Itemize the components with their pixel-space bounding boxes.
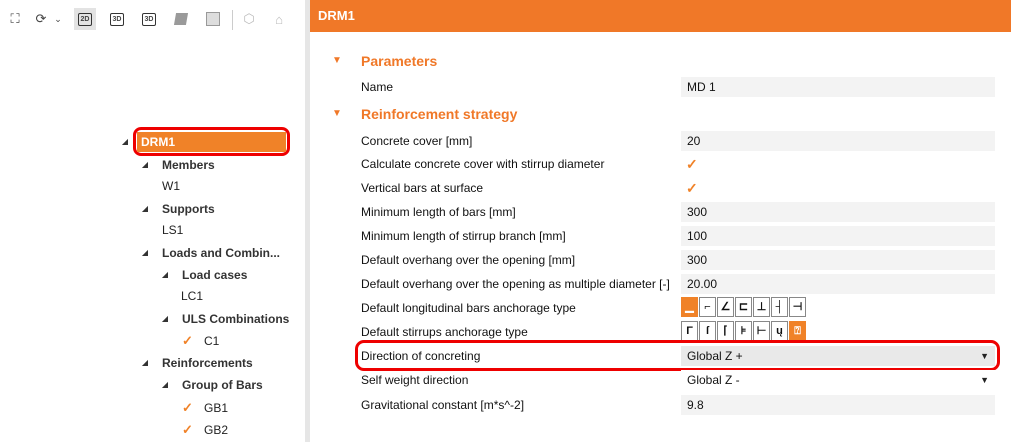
property-row-gravitational: Gravitational constant [m*s^-2] 9.8 — [361, 394, 995, 416]
rotate-dropdown-icon[interactable]: ⌄ — [52, 8, 64, 30]
stirrup-lap-icon[interactable]: ⊢ — [753, 321, 770, 341]
anchorage-loop-icon[interactable]: ⊏ — [735, 297, 752, 317]
box-view-icon[interactable]: ⬡ — [238, 8, 260, 30]
stirrup-hook-90-icon[interactable]: Γ — [681, 321, 698, 341]
calc-cover-checkbox[interactable]: ✓ — [686, 153, 698, 175]
anchorage-plate-icon[interactable]: ⊥ — [753, 297, 770, 317]
property-label: Minimum length of bars [mm] — [361, 205, 516, 219]
long-anchorage-selector: ▁ ⌐ ∠ ⊏ ⊥ ┤ ⊣ — [681, 297, 807, 319]
tree-node-label: Supports — [162, 202, 215, 216]
solid-cube-icon[interactable] — [170, 8, 192, 30]
property-row-long-anchorage: Default longitudinal bars anchorage type… — [361, 297, 995, 319]
tree-node-label: Group of Bars — [182, 378, 263, 392]
stirrup-double-icon[interactable]: ⊧ — [735, 321, 752, 341]
property-row-overhang: Default overhang over the opening [mm] 3… — [361, 249, 995, 271]
tree-node-label: GB2 — [204, 423, 229, 437]
property-row-name: Name MD 1 — [361, 76, 995, 98]
overhang-field[interactable]: 300 — [681, 250, 995, 270]
overhang-multiple-field[interactable]: 20.00 — [681, 274, 995, 294]
view-3d-button[interactable]: 3D — [106, 8, 128, 30]
section-title: Parameters — [361, 53, 438, 69]
dropdown-value: Global Z + — [687, 349, 743, 363]
dropdown-value: Global Z - — [687, 373, 740, 387]
property-row-concrete-cover: Concrete cover [mm] 20 — [361, 130, 995, 152]
property-label: Calculate concrete cover with stirrup di… — [361, 157, 605, 171]
vertical-bars-checkbox[interactable]: ✓ — [686, 177, 698, 199]
min-stirrup-branch-field[interactable]: 100 — [681, 226, 995, 246]
property-label: Default longitudinal bars anchorage type — [361, 301, 576, 315]
anchorage-hook-90-icon[interactable]: ⌐ — [699, 297, 716, 317]
collapse-triangle-icon[interactable]: ▼ — [332, 51, 342, 71]
property-label: Vertical bars at surface — [361, 181, 484, 195]
tree-node-drm1[interactable]: DRM1 — [137, 132, 286, 152]
view-2d-label: 2D — [77, 12, 93, 26]
property-row-calc-cover: Calculate concrete cover with stirrup di… — [361, 153, 995, 175]
property-row-direction-concreting: Direction of concreting Global Z + ▼ — [361, 345, 995, 367]
tree-node-label: W1 — [162, 179, 180, 193]
collapse-triangle-icon[interactable]: ▼ — [332, 104, 342, 124]
view-2d-button[interactable]: 2D — [74, 8, 96, 30]
stirrup-hook-180-icon[interactable]: ⌈ — [717, 321, 734, 341]
tree-node-label: GB1 — [204, 401, 229, 415]
min-length-bars-field[interactable]: 300 — [681, 202, 995, 222]
anchorage-hook-135-icon[interactable]: ∠ — [717, 297, 734, 317]
anchorage-head-icon[interactable]: ┤ — [771, 297, 788, 317]
check-icon[interactable]: ✓ — [182, 420, 193, 440]
anchorage-end-plate-icon[interactable]: ⊣ — [789, 297, 806, 317]
stirrup-u-icon[interactable]: ų — [771, 321, 788, 341]
property-row-vertical-bars: Vertical bars at surface ✓ — [361, 177, 995, 199]
tree-node-label: Loads and Combin... — [162, 246, 281, 260]
dropdown-arrow-icon: ▼ — [980, 375, 989, 385]
view-toolbar: ⛶ ⟳ ⌄ 2D 3D 3D ⬡ ⌂ — [0, 0, 305, 40]
transparent-cube-icon[interactable] — [202, 8, 224, 30]
property-row-min-stirrup-branch: Minimum length of stirrup branch [mm] 10… — [361, 225, 995, 247]
property-label: Concrete cover [mm] — [361, 134, 473, 148]
fit-view-icon[interactable]: ⛶ — [4, 8, 26, 30]
view-3d-alt-button[interactable]: 3D — [138, 8, 160, 30]
property-label: Self weight direction — [361, 373, 469, 387]
property-label: Minimum length of stirrup branch [mm] — [361, 229, 566, 243]
stirrup-hook-135-icon[interactable]: ſ — [699, 321, 716, 341]
anchorage-straight-icon[interactable]: ▁ — [681, 297, 698, 317]
check-icon[interactable]: ✓ — [182, 398, 193, 418]
view-3d-label: 3D — [109, 12, 125, 26]
tree-node-label: ULS Combinations — [182, 312, 290, 326]
check-icon[interactable]: ✓ — [182, 331, 193, 351]
direction-concreting-dropdown[interactable]: Global Z + ▼ — [681, 346, 995, 366]
tree-node-label: Reinforcements — [162, 356, 253, 370]
self-weight-dropdown[interactable]: Global Z - ▼ — [681, 370, 995, 390]
dropdown-arrow-icon: ▼ — [980, 351, 989, 361]
stirrup-closed-icon[interactable]: ⍰ — [789, 321, 806, 341]
property-label: Direction of concreting — [361, 349, 481, 363]
concrete-cover-field[interactable]: 20 — [681, 131, 995, 151]
home-icon[interactable]: ⌂ — [268, 8, 290, 30]
property-label: Default overhang over the opening [mm] — [361, 253, 576, 267]
property-row-overhang-multiple: Default overhang over the opening as mul… — [361, 273, 995, 295]
property-label: Default overhang over the opening as mul… — [361, 277, 670, 291]
rotate-icon[interactable]: ⟳ — [30, 8, 52, 30]
section-title: Reinforcement strategy — [361, 106, 518, 122]
tree-node-label: Load cases — [182, 268, 248, 282]
tree-node-drm1-label: DRM1 — [141, 135, 176, 149]
property-label: Name — [361, 80, 394, 94]
panel-title: DRM1 — [310, 0, 1011, 32]
properties-pane: DRM1 ▼ Parameters Name MD 1 ▼ Reinforcem… — [310, 0, 1011, 442]
project-tree-pane: ⛶ ⟳ ⌄ 2D 3D 3D ⬡ ⌂ ◢ DRM1 ◢ Members W1 ◢ S… — [0, 0, 305, 442]
toolbar-separator — [232, 10, 233, 30]
name-field[interactable]: MD 1 — [681, 77, 995, 97]
property-label: Gravitational constant [m*s^-2] — [361, 398, 525, 412]
tree-node-label: Members — [162, 158, 215, 172]
property-row-min-length-bars: Minimum length of bars [mm] 300 — [361, 201, 995, 223]
tree-node-label: C1 — [204, 334, 220, 348]
tree-node-label: LC1 — [181, 289, 204, 303]
gravitational-field[interactable]: 9.8 — [681, 395, 995, 415]
tree-node-label: LS1 — [162, 223, 184, 237]
property-row-self-weight: Self weight direction Global Z - ▼ — [361, 369, 995, 391]
view-3d-alt-label: 3D — [141, 12, 157, 26]
